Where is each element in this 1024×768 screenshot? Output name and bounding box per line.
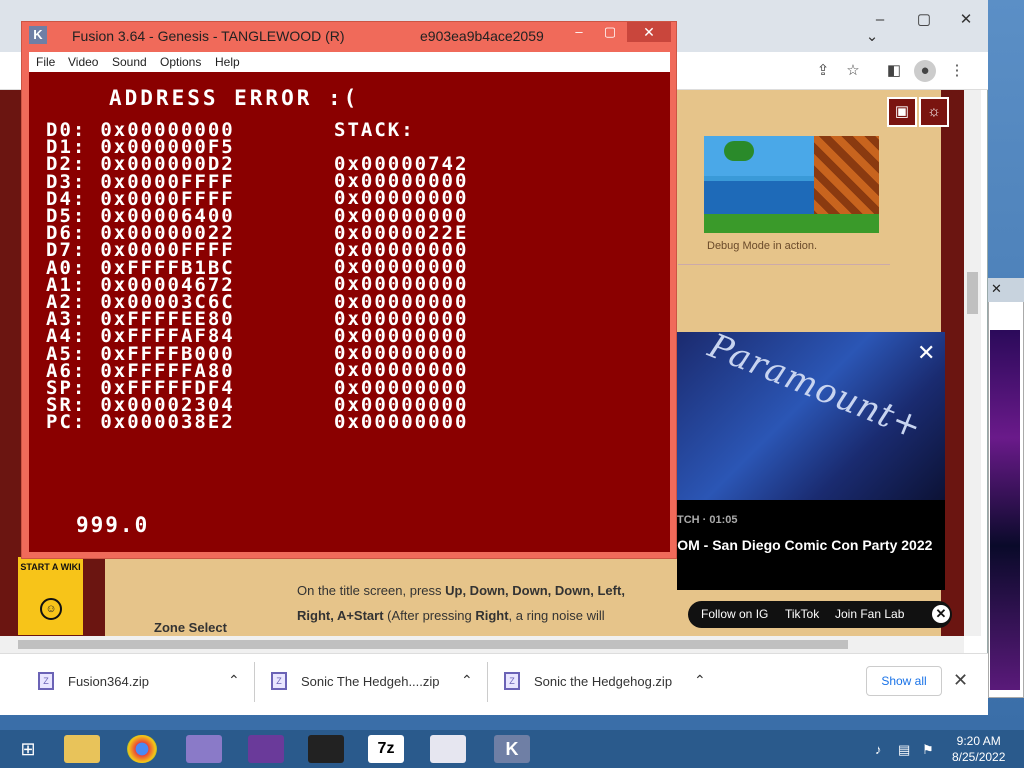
video-thumbnail[interactable]: Paramount+ bbox=[677, 332, 945, 500]
network-icon[interactable]: ▤ bbox=[898, 742, 910, 758]
error-heading: ADDRESS ERROR :( bbox=[109, 86, 360, 110]
menu-sound[interactable]: Sound bbox=[112, 55, 147, 69]
menu-help[interactable]: Help bbox=[215, 55, 240, 69]
vertical-scroll-thumb[interactable] bbox=[967, 272, 978, 314]
app-purple-icon bbox=[186, 735, 222, 763]
taskbar-app[interactable]: K bbox=[484, 731, 540, 767]
close-icon[interactable]: ✕ bbox=[946, 5, 986, 35]
download-name: Fusion364.zip bbox=[68, 674, 149, 689]
zip-file-icon: Z bbox=[504, 672, 520, 690]
app-spy-icon bbox=[308, 735, 344, 763]
game-screen[interactable]: ADDRESS ERROR :( STACK: D0: 0x00000000 D1:… bbox=[29, 72, 670, 552]
taskbar-app[interactable]: 7z bbox=[358, 731, 414, 767]
system-clock[interactable]: 9:20 AM 8/25/2022 bbox=[952, 733, 1005, 765]
video-meta: TCH · 01:05 bbox=[677, 514, 738, 526]
follow-ig-link[interactable]: Follow on IG bbox=[701, 607, 768, 621]
social-bar: Follow on IG TikTok Join Fan Lab bbox=[688, 601, 952, 628]
windows-icon: ⊞ bbox=[20, 739, 36, 759]
kega-fusion-taskbar-icon: K bbox=[494, 735, 530, 763]
register-row: PC: 0x000038E2 bbox=[46, 411, 235, 434]
downloads-close-icon[interactable]: ✕ bbox=[953, 670, 968, 691]
close-icon[interactable]: ✕ bbox=[991, 281, 1002, 297]
stack-value: 0x00000000 bbox=[334, 411, 469, 433]
zip-file-icon: Z bbox=[271, 672, 287, 690]
app-cat-icon bbox=[248, 735, 284, 763]
zip-file-icon: Z bbox=[38, 672, 54, 690]
instructions-paragraph: On the title screen, press Up, Down, Dow… bbox=[297, 583, 625, 623]
download-item[interactable]: Z Sonic The Hedgeh....zip ⌃ bbox=[271, 667, 491, 697]
horizontal-scroll-thumb[interactable] bbox=[18, 640, 848, 649]
show-all-button[interactable]: Show all bbox=[866, 666, 942, 696]
counter-value: 999.0 bbox=[76, 513, 150, 537]
taskbar-app[interactable] bbox=[238, 731, 294, 767]
register-value: 0x000038E2 bbox=[100, 411, 235, 434]
vertical-scrollbar[interactable] bbox=[964, 90, 981, 636]
chevron-up-icon[interactable]: ⌃ bbox=[228, 672, 240, 689]
emulator-hash: e903ea9b4ace2059 bbox=[420, 28, 544, 44]
emulator-title: Fusion 3.64 - Genesis - TANGLEWOOD (R) bbox=[72, 28, 345, 44]
profile-icon[interactable]: ● bbox=[914, 60, 936, 82]
taskbar-app[interactable] bbox=[176, 731, 232, 767]
download-item[interactable]: Z Sonic the Hedgehog.zip ⌃ bbox=[504, 667, 724, 697]
bookmark-star-icon[interactable]: ☆ bbox=[842, 60, 864, 82]
side-panel-icon[interactable]: ◧ bbox=[883, 60, 905, 82]
download-name: Sonic the Hedgehog.zip bbox=[534, 674, 673, 689]
emulator-close-icon[interactable]: ✕ bbox=[627, 22, 671, 42]
divider bbox=[254, 662, 255, 702]
register-name: PC: bbox=[46, 411, 87, 434]
menu-options[interactable]: Options bbox=[160, 55, 201, 69]
minimize-icon[interactable]: – bbox=[860, 5, 900, 35]
7zip-icon: 7z bbox=[368, 735, 404, 763]
user-icon[interactable]: ☺ bbox=[40, 598, 62, 620]
download-item[interactable]: Z Fusion364.zip ⌃ bbox=[38, 667, 258, 697]
maximize-icon[interactable]: ▢ bbox=[904, 5, 944, 35]
download-name: Sonic The Hedgeh....zip bbox=[301, 674, 440, 689]
flag-icon[interactable]: ⚑ bbox=[922, 742, 934, 758]
clock-date: 8/25/2022 bbox=[952, 750, 1006, 764]
taskbar-app[interactable] bbox=[298, 731, 354, 767]
tiktok-link[interactable]: TikTok bbox=[785, 607, 819, 621]
start-a-wiki-button[interactable]: START A WIKI bbox=[18, 557, 83, 635]
video-close-icon[interactable]: ✕ bbox=[917, 340, 935, 366]
kega-fusion-icon: K bbox=[29, 26, 47, 44]
taskbar-app[interactable] bbox=[54, 731, 110, 767]
background-window-image bbox=[990, 330, 1020, 690]
chevron-up-icon[interactable]: ⌃ bbox=[461, 672, 473, 689]
menu-file[interactable]: File bbox=[36, 55, 55, 69]
zone-select-heading: Zone Select bbox=[154, 620, 227, 635]
start-a-wiki-label: START A WIKI bbox=[20, 562, 81, 572]
chevron-up-icon[interactable]: ⌃ bbox=[694, 672, 706, 689]
volume-icon[interactable]: ♪ bbox=[875, 742, 882, 757]
paint-icon bbox=[430, 735, 466, 763]
start-button[interactable]: ⊞ bbox=[0, 731, 56, 767]
video-brand-text: Paramount+ bbox=[702, 332, 929, 449]
emulator-maximize-icon[interactable]: ▢ bbox=[596, 22, 624, 42]
sonic-debug-screenshot bbox=[704, 136, 879, 233]
chrome-icon bbox=[127, 735, 157, 763]
clock-time: 9:20 AM bbox=[956, 734, 1001, 748]
menu-video[interactable]: Video bbox=[68, 55, 98, 69]
video-title[interactable]: NDOM - San Diego Comic Con Party 2022 bbox=[657, 533, 947, 557]
image-caption: Debug Mode in action. bbox=[707, 240, 818, 252]
menu-kebab-icon[interactable]: ⋮ bbox=[946, 60, 968, 82]
taskbar-app[interactable] bbox=[114, 731, 170, 767]
social-bar-close-icon[interactable]: ✕ bbox=[932, 605, 950, 623]
background-window-titlebar[interactable]: ✕ bbox=[988, 278, 1024, 302]
file-explorer-icon bbox=[64, 735, 100, 763]
join-fan-lab-link[interactable]: Join Fan Lab bbox=[835, 607, 904, 621]
emulator-minimize-icon[interactable]: – bbox=[565, 22, 593, 42]
taskbar-app[interactable] bbox=[420, 731, 476, 767]
theme-toggle-icon[interactable]: ☼ bbox=[919, 97, 949, 127]
emulator-menubar: File Video Sound Options Help bbox=[29, 52, 670, 72]
chat-icon[interactable]: ▣ bbox=[887, 97, 917, 127]
share-icon[interactable]: ⇪ bbox=[812, 60, 834, 82]
divider bbox=[487, 662, 488, 702]
stack-label: STACK: bbox=[334, 119, 415, 141]
